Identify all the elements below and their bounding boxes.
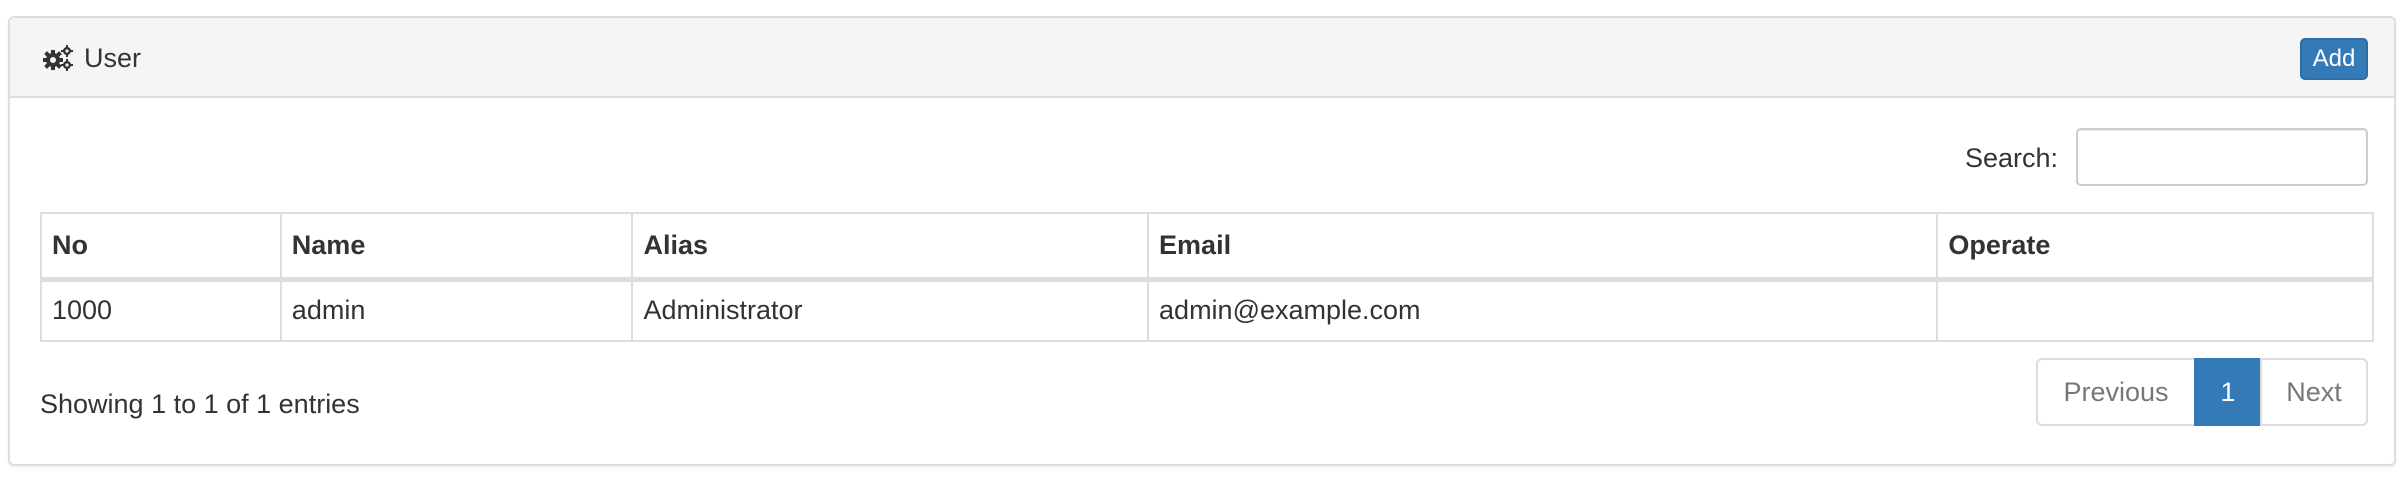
panel-heading: User Add (10, 18, 2394, 98)
cell-operate (1936, 278, 2374, 342)
cell-no: 1000 (40, 278, 282, 342)
cell-alias: Administrator (631, 278, 1150, 342)
next-page-button[interactable]: Next (2260, 358, 2368, 426)
search-input[interactable] (2076, 128, 2368, 186)
column-header-alias[interactable]: Alias (631, 212, 1150, 282)
cell-name: admin (279, 278, 634, 342)
cell-email: admin@example.com (1147, 278, 1939, 342)
table-row: 1000 admin Administrator admin@example.c… (40, 278, 2374, 342)
column-header-no[interactable]: No (40, 212, 282, 282)
page-1-button[interactable]: 1 (2194, 358, 2262, 426)
pagination: Previous 1 Next (2036, 358, 2368, 426)
add-button[interactable]: Add (2300, 38, 2368, 80)
search-label: Search: (1964, 143, 2058, 173)
table-header-row: No Name Alias Email Operate (40, 212, 2374, 282)
users-table: No Name Alias Email Operate 1000 admin A… (40, 212, 2374, 342)
column-header-name[interactable]: Name (279, 212, 634, 282)
user-panel: User Add Search: No Name Alias Email Ope… (8, 16, 2396, 466)
previous-page-button[interactable]: Previous (2036, 358, 2196, 426)
gears-icon (42, 44, 74, 72)
column-header-email[interactable]: Email (1147, 212, 1939, 282)
entries-info: Showing 1 to 1 of 1 entries (40, 389, 360, 419)
column-header-operate: Operate (1936, 212, 2374, 282)
panel-title: User (84, 43, 142, 73)
